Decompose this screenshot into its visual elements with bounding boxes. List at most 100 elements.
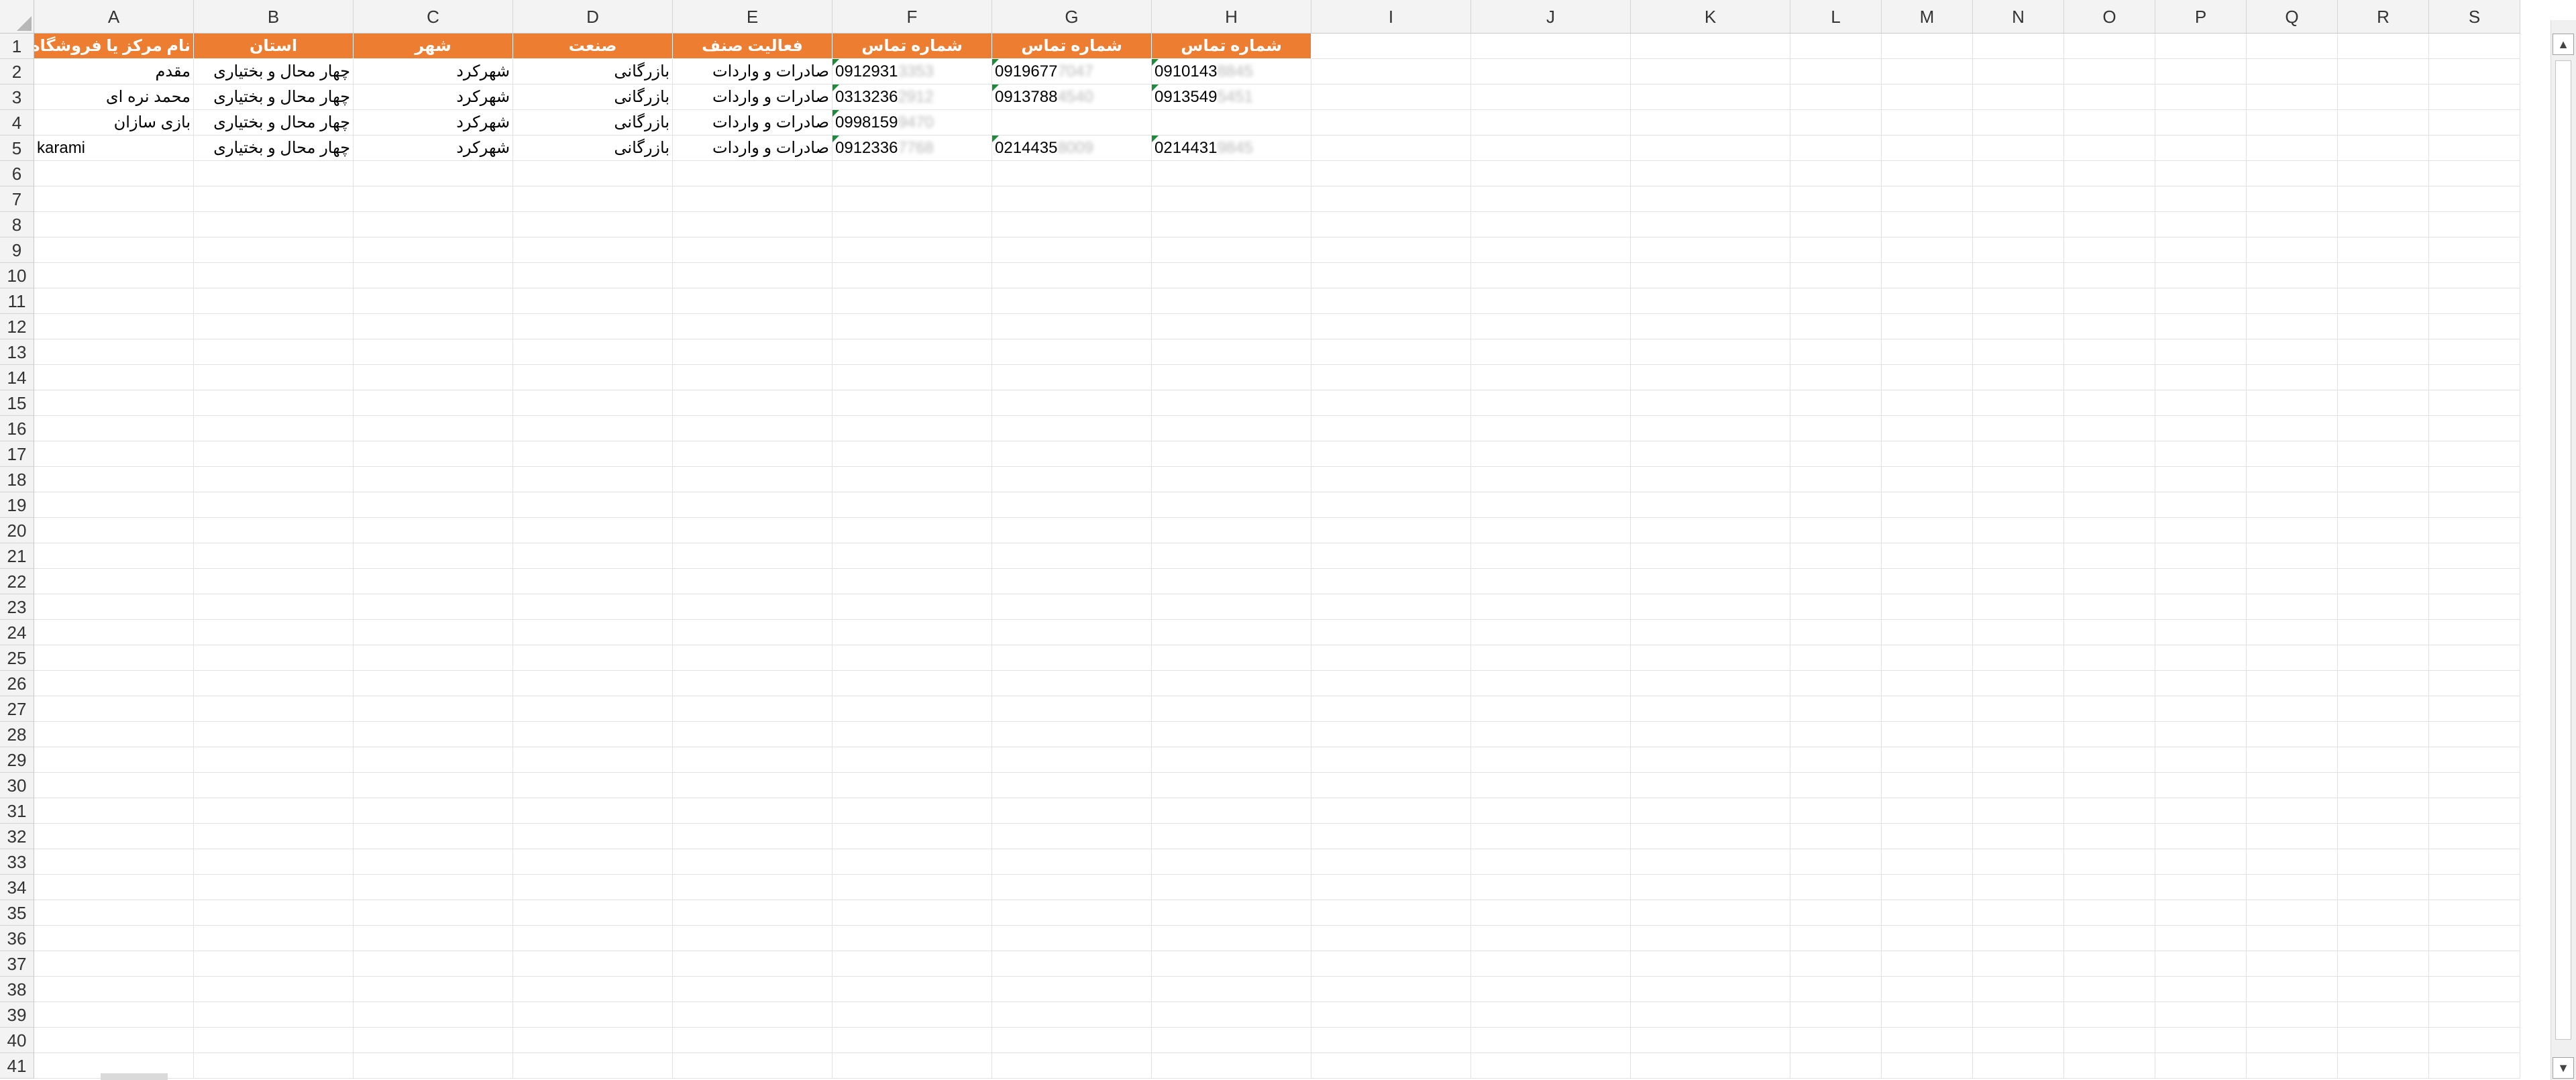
cell-c26[interactable]	[354, 671, 513, 696]
cell-g13[interactable]	[992, 339, 1152, 365]
cell-b34[interactable]	[194, 875, 354, 900]
cell-f36[interactable]	[833, 926, 992, 951]
cell-k22[interactable]	[1631, 569, 1790, 594]
cell-f20[interactable]	[833, 518, 992, 543]
cell-j40[interactable]	[1471, 1028, 1631, 1053]
cell-h32[interactable]	[1152, 824, 1311, 849]
cell-p35[interactable]	[2155, 900, 2247, 926]
cell-k11[interactable]	[1631, 288, 1790, 314]
cell-q26[interactable]	[2247, 671, 2338, 696]
cell-p16[interactable]	[2155, 416, 2247, 441]
cell-o12[interactable]	[2064, 314, 2155, 339]
cell-q10[interactable]	[2247, 263, 2338, 288]
cell-q13[interactable]	[2247, 339, 2338, 365]
cell-s28[interactable]	[2429, 722, 2520, 747]
cell-j29[interactable]	[1471, 747, 1631, 773]
cell-s32[interactable]	[2429, 824, 2520, 849]
cell-n30[interactable]	[1973, 773, 2064, 798]
cell-r5[interactable]	[2338, 136, 2429, 161]
cell-phone-3[interactable]: 09101438845	[1152, 59, 1311, 85]
cell-l11[interactable]	[1790, 288, 1882, 314]
cell-s26[interactable]	[2429, 671, 2520, 696]
cell-f29[interactable]	[833, 747, 992, 773]
cell-g33[interactable]	[992, 849, 1152, 875]
cell-l41[interactable]	[1790, 1053, 1882, 1079]
cell-b31[interactable]	[194, 798, 354, 824]
cell-l27[interactable]	[1790, 696, 1882, 722]
cell-d9[interactable]	[513, 237, 673, 263]
cell-i41[interactable]	[1311, 1053, 1471, 1079]
cell-s22[interactable]	[2429, 569, 2520, 594]
cell-g22[interactable]	[992, 569, 1152, 594]
cell-f34[interactable]	[833, 875, 992, 900]
column-header-o[interactable]: O	[2064, 0, 2155, 34]
cell-j16[interactable]	[1471, 416, 1631, 441]
cell-d37[interactable]	[513, 951, 673, 977]
cell-a30[interactable]	[34, 773, 194, 798]
cell-o14[interactable]	[2064, 365, 2155, 390]
cell-phone-2[interactable]	[992, 110, 1152, 136]
cell-i6[interactable]	[1311, 161, 1471, 186]
cell-r9[interactable]	[2338, 237, 2429, 263]
cell-e19[interactable]	[673, 492, 833, 518]
cell-q12[interactable]	[2247, 314, 2338, 339]
cell-p18[interactable]	[2155, 467, 2247, 492]
table-header-cell[interactable]: استان	[194, 34, 354, 59]
cell-a10[interactable]	[34, 263, 194, 288]
row-header-29[interactable]: 29	[0, 747, 34, 773]
cell-j4[interactable]	[1471, 110, 1631, 136]
cell-d40[interactable]	[513, 1028, 673, 1053]
cell-k8[interactable]	[1631, 212, 1790, 237]
cell-s35[interactable]	[2429, 900, 2520, 926]
cell-a26[interactable]	[34, 671, 194, 696]
cell-g12[interactable]	[992, 314, 1152, 339]
cell-d30[interactable]	[513, 773, 673, 798]
cell-f26[interactable]	[833, 671, 992, 696]
cell-q40[interactable]	[2247, 1028, 2338, 1053]
cell-a23[interactable]	[34, 594, 194, 620]
cell-r10[interactable]	[2338, 263, 2429, 288]
cell-r33[interactable]	[2338, 849, 2429, 875]
cell-r7[interactable]	[2338, 186, 2429, 212]
cell-r23[interactable]	[2338, 594, 2429, 620]
row-header-19[interactable]: 19	[0, 492, 34, 518]
cell-province[interactable]: چهار محال و بختیاری	[194, 85, 354, 110]
cell-p41[interactable]	[2155, 1053, 2247, 1079]
cell-i39[interactable]	[1311, 1002, 1471, 1028]
cell-i3[interactable]	[1311, 85, 1471, 110]
cell-i31[interactable]	[1311, 798, 1471, 824]
cell-k37[interactable]	[1631, 951, 1790, 977]
cell-name[interactable]: karami	[34, 136, 194, 161]
cell-f19[interactable]	[833, 492, 992, 518]
cell-d17[interactable]	[513, 441, 673, 467]
cell-i21[interactable]	[1311, 543, 1471, 569]
cell-c34[interactable]	[354, 875, 513, 900]
cell-s12[interactable]	[2429, 314, 2520, 339]
cell-n31[interactable]	[1973, 798, 2064, 824]
cell-j19[interactable]	[1471, 492, 1631, 518]
cell-f6[interactable]	[833, 161, 992, 186]
cell-c22[interactable]	[354, 569, 513, 594]
cell-c29[interactable]	[354, 747, 513, 773]
row-header-2[interactable]: 2	[0, 59, 34, 85]
scroll-up-arrow-icon[interactable]: ▲	[2553, 34, 2574, 55]
cell-o40[interactable]	[2064, 1028, 2155, 1053]
cell-r13[interactable]	[2338, 339, 2429, 365]
row-header-35[interactable]: 35	[0, 900, 34, 926]
cell-q6[interactable]	[2247, 161, 2338, 186]
cell-g27[interactable]	[992, 696, 1152, 722]
cell-m16[interactable]	[1882, 416, 1973, 441]
row-header-36[interactable]: 36	[0, 926, 34, 951]
cell-g14[interactable]	[992, 365, 1152, 390]
cell-m7[interactable]	[1882, 186, 1973, 212]
cell-o17[interactable]	[2064, 441, 2155, 467]
cell-r41[interactable]	[2338, 1053, 2429, 1079]
cell-o38[interactable]	[2064, 977, 2155, 1002]
cell-s16[interactable]	[2429, 416, 2520, 441]
cell-b19[interactable]	[194, 492, 354, 518]
cell-phone-1[interactable]: 09981599470	[833, 110, 992, 136]
cell-r20[interactable]	[2338, 518, 2429, 543]
cell-b12[interactable]	[194, 314, 354, 339]
cell-j26[interactable]	[1471, 671, 1631, 696]
cell-c35[interactable]	[354, 900, 513, 926]
